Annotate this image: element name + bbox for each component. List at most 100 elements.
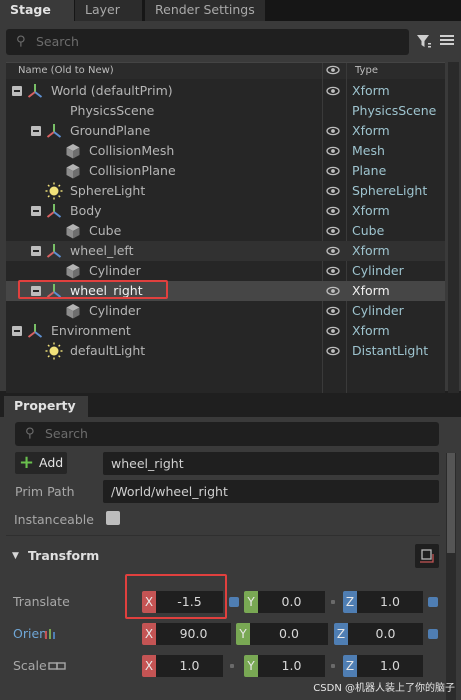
tree-row-name: GroundPlane — [70, 123, 151, 138]
collapse-triangle-icon[interactable]: ▼ — [12, 551, 19, 561]
collapse-toggle-icon[interactable] — [12, 86, 22, 96]
scale-x-field[interactable]: 1.0 — [156, 655, 223, 677]
tree-row-type: Xform — [352, 323, 390, 338]
tree-row[interactable]: CollisionMesh Mesh — [6, 141, 445, 161]
mesh-cube-icon — [64, 142, 82, 160]
column-type-header[interactable]: Type — [355, 63, 378, 79]
prim-path-value: /World/wheel_right — [111, 484, 228, 499]
panel-tabbar: Stage Layer Render Settings — [0, 0, 461, 21]
keyframe-dot[interactable] — [230, 664, 234, 668]
translate-label: Translate — [13, 594, 70, 609]
collapse-toggle-icon[interactable] — [12, 326, 22, 336]
tree-row-type: Cylinder — [352, 303, 404, 318]
euler-order-icon — [44, 628, 58, 640]
prim-path-label: Prim Path — [15, 484, 75, 499]
scrollbar-thumb[interactable] — [447, 453, 455, 553]
tree-row-type: Mesh — [352, 143, 385, 158]
transform-section-title[interactable]: Transform — [28, 548, 99, 563]
tree-row-type: Plane — [352, 163, 387, 178]
xform-icon — [26, 322, 44, 340]
search-icon: ⚲ — [16, 34, 26, 49]
tree-scrollbar[interactable] — [448, 62, 459, 405]
tab-stage-label: Stage — [10, 2, 51, 17]
scale-y-field[interactable]: 1.0 — [258, 655, 325, 677]
property-search-input[interactable]: ⚲ Search — [15, 422, 439, 446]
tree-row-type: PhysicsScene — [352, 103, 437, 118]
xform-icon — [45, 202, 63, 220]
orient-label[interactable]: Orien — [13, 626, 55, 641]
tree-row-name: Cylinder — [89, 303, 141, 318]
add-button[interactable]: + Add — [15, 452, 67, 474]
orient-x-field[interactable]: 90.0 — [156, 623, 231, 645]
tree-row[interactable]: CollisionPlane Plane — [6, 161, 445, 181]
column-name-header[interactable]: Name (Old to New) — [18, 63, 114, 79]
property-panel: ⚲ Search + Add wheel_right Prim Path /Wo… — [0, 417, 461, 700]
tree-row-type: Xform — [352, 283, 390, 298]
light-icon — [45, 342, 63, 360]
transform-options-button[interactable] — [415, 544, 439, 568]
mesh-cube-icon — [64, 162, 82, 180]
tab-property[interactable]: Property — [4, 396, 88, 417]
orient-y-field[interactable]: 0.0 — [250, 623, 328, 645]
tree-row-name: CollisionMesh — [89, 143, 175, 158]
tree-row[interactable]: Cube Cube — [6, 221, 445, 241]
divider — [6, 535, 440, 536]
keyframe-dot[interactable] — [229, 597, 239, 607]
tab-layer[interactable]: Layer — [75, 0, 142, 21]
stage-search-input[interactable]: ⚲ Search — [6, 29, 409, 55]
tree-row-name: wheel_left — [70, 243, 134, 258]
transform-gizmo-icon — [420, 549, 434, 563]
filter-icon[interactable] — [416, 33, 432, 49]
property-scrollbar[interactable] — [446, 453, 456, 700]
tab-render-settings[interactable]: Render Settings — [145, 0, 265, 21]
search-icon: ⚲ — [25, 426, 35, 441]
translate-z-field[interactable]: 1.0 — [357, 591, 423, 613]
tree-row[interactable]: Cylinder Cylinder — [6, 261, 445, 281]
tree-row-name: World (defaultPrim) — [51, 83, 173, 98]
tree-row-type: Xform — [352, 123, 390, 138]
options-menu-icon[interactable] — [440, 33, 454, 47]
tree-row-type: Cube — [352, 223, 385, 238]
tree-row[interactable]: SphereLight SphereLight — [6, 181, 445, 201]
tree-row[interactable]: Environment Xform — [6, 321, 445, 341]
scale-label-text: Scale — [13, 658, 47, 673]
property-search-placeholder: Search — [45, 426, 88, 441]
tree-row-type: SphereLight — [352, 183, 428, 198]
highlight-box — [125, 574, 227, 619]
tree-row[interactable]: GroundPlane Xform — [6, 121, 445, 141]
stage-search-placeholder: Search — [36, 34, 79, 49]
prim-name-field[interactable]: wheel_right — [103, 452, 439, 475]
tree-row[interactable]: defaultLight DistantLight — [6, 341, 445, 361]
y-axis-badge: Y — [236, 623, 250, 645]
tree-row[interactable]: Body Xform — [6, 201, 445, 221]
prim-path-field[interactable]: /World/wheel_right — [103, 480, 439, 503]
collapse-toggle-icon[interactable] — [31, 126, 41, 136]
collapse-toggle-icon[interactable] — [31, 206, 41, 216]
tree-row-name: Environment — [51, 323, 131, 338]
tree-row[interactable]: World (defaultPrim) Xform — [6, 81, 445, 101]
tree-column-header: Name (Old to New) Type — [6, 63, 445, 79]
tree-row[interactable]: Cylinder Cylinder — [6, 301, 445, 321]
scale-z-field[interactable]: 1.0 — [357, 655, 423, 677]
keyframe-dot[interactable] — [331, 600, 335, 604]
visibility-column-eye-icon[interactable] — [326, 63, 340, 83]
add-button-label: Add — [39, 455, 64, 470]
translate-y-field[interactable]: 0.0 — [258, 591, 325, 613]
tab-stage[interactable]: Stage — [0, 0, 74, 21]
tree-row[interactable]: PhysicsScene PhysicsScene — [6, 101, 445, 121]
keyframe-dot[interactable] — [428, 629, 438, 639]
keyframe-dot[interactable] — [428, 597, 438, 607]
tab-render-settings-label: Render Settings — [155, 2, 255, 17]
keyframe-dot[interactable] — [331, 664, 335, 668]
mesh-cube-icon — [64, 302, 82, 320]
tree-row[interactable]: wheel_left Xform — [6, 241, 445, 261]
collapse-toggle-icon[interactable] — [31, 246, 41, 256]
tab-property-label: Property — [14, 398, 76, 413]
watermark-text: CSDN @机器人装上了你的脑子 — [313, 683, 455, 694]
prim-name-value: wheel_right — [111, 456, 184, 471]
instanceable-checkbox[interactable] — [106, 511, 120, 525]
link-scale-icon[interactable] — [48, 660, 66, 672]
orient-z-field[interactable]: 0.0 — [348, 623, 423, 645]
visibility-eye-icon[interactable] — [326, 344, 340, 364]
tree-row-name: Cube — [89, 223, 122, 238]
